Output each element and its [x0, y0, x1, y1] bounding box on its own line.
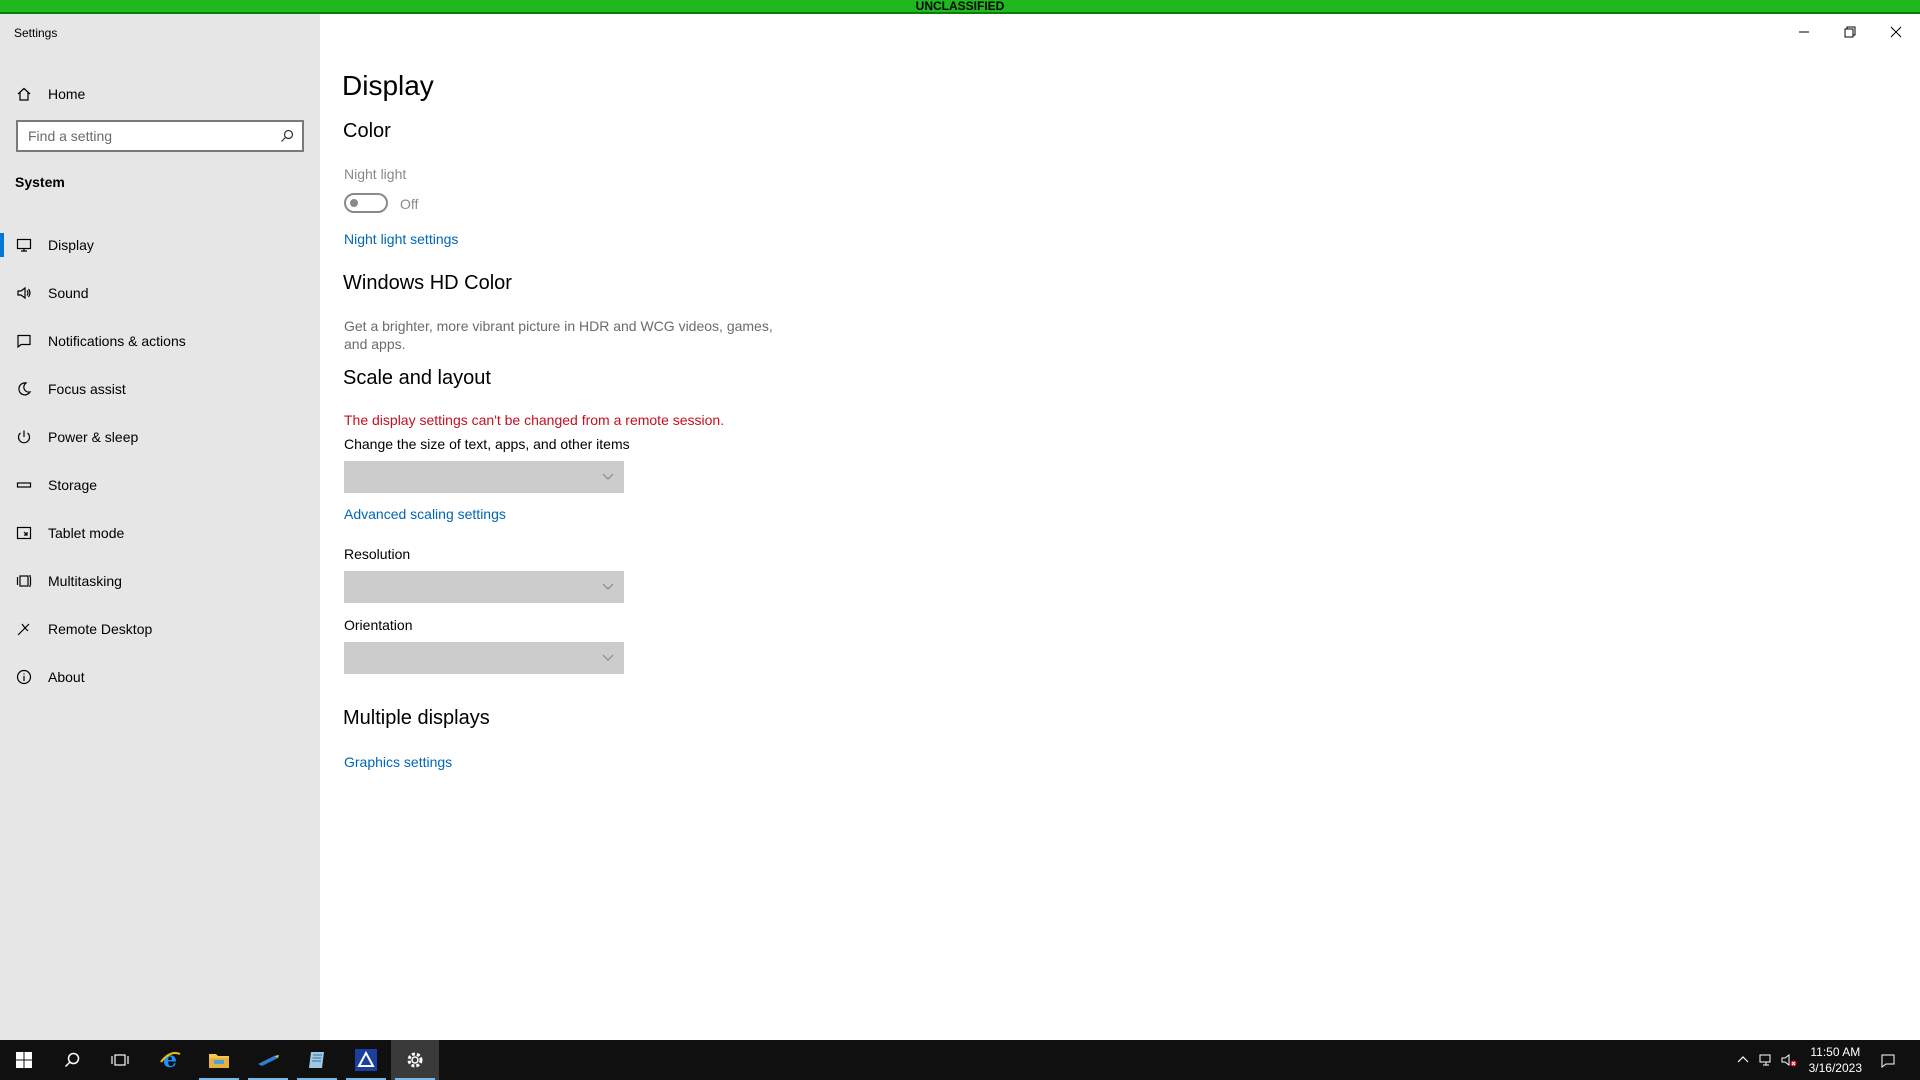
sidebar-item-storage[interactable]: Storage [0, 461, 320, 509]
sidebar-item-sound[interactable]: Sound [0, 269, 320, 317]
clock[interactable]: 11:50 AM 3/16/2023 [1809, 1044, 1862, 1076]
restore-icon [1844, 26, 1856, 38]
clock-date: 3/16/2023 [1808, 1061, 1862, 1075]
main-content [320, 14, 1920, 1040]
start-button[interactable] [0, 1040, 48, 1080]
sidebar-item-label: Display [48, 237, 94, 253]
app-button-1[interactable] [244, 1040, 292, 1080]
resolution-dropdown[interactable] [344, 571, 624, 603]
multiple-displays-heading: Multiple displays [343, 707, 490, 729]
toggle-knob [350, 199, 358, 207]
sidebar: Settings Home System Display Sound N [0, 14, 320, 1040]
sidebar-item-remote-desktop[interactable]: Remote Desktop [0, 605, 320, 653]
sidebar-item-about[interactable]: About [0, 653, 320, 701]
volume-muted-icon[interactable] [1781, 1052, 1797, 1068]
sidebar-item-tablet-mode[interactable]: Tablet mode [0, 509, 320, 557]
section-title: System [15, 174, 65, 190]
tablet-icon [0, 525, 48, 541]
taskbar: e 11:50 AM 3/16/2023 [0, 1040, 1920, 1080]
sidebar-item-label: Home [48, 86, 86, 102]
sidebar-item-notifications[interactable]: Notifications & actions [0, 317, 320, 365]
orientation-dropdown[interactable] [344, 642, 624, 674]
sidebar-item-display[interactable]: Display [0, 221, 320, 269]
orientation-label: Orientation [344, 617, 413, 633]
sidebar-item-label: Power & sleep [48, 429, 139, 445]
sidebar-item-label: Storage [48, 477, 98, 493]
classification-banner: UNCLASSIFIED [0, 0, 1920, 14]
search-taskbar-button[interactable] [48, 1040, 96, 1080]
page-title: Display [342, 70, 434, 101]
moon-icon [0, 381, 48, 397]
graphics-settings-link[interactable]: Graphics settings [344, 754, 452, 770]
sidebar-item-power-sleep[interactable]: Power & sleep [0, 413, 320, 461]
storage-icon [0, 477, 48, 493]
sidebar-item-label: Notifications & actions [48, 333, 186, 349]
sidebar-item-multitasking[interactable]: Multitasking [0, 557, 320, 605]
folder-icon [209, 1054, 229, 1068]
hd-color-heading: Windows HD Color [343, 272, 512, 294]
monitor-icon [0, 237, 48, 253]
search-box[interactable] [16, 120, 304, 152]
notification-icon [0, 333, 48, 349]
night-light-settings-link[interactable]: Night light settings [344, 231, 458, 247]
scale-label: Change the size of text, apps, and other… [344, 436, 630, 452]
svg-text:e: e [163, 1048, 177, 1072]
search-input[interactable] [28, 128, 268, 144]
info-icon [0, 669, 48, 685]
document-tool-icon [309, 1052, 324, 1068]
minimize-icon [1799, 31, 1809, 33]
internet-explorer-button[interactable]: e [146, 1040, 194, 1080]
night-light-state: Off [400, 196, 419, 212]
sidebar-item-home[interactable]: Home [0, 76, 320, 112]
speaker-icon [0, 285, 48, 301]
minimize-button[interactable] [1781, 14, 1827, 50]
sidebar-item-label: Focus assist [48, 381, 126, 397]
sidebar-item-focus-assist[interactable]: Focus assist [0, 365, 320, 413]
file-explorer-button[interactable] [195, 1040, 243, 1080]
restore-button[interactable] [1827, 14, 1873, 50]
triangle-app-icon [355, 1049, 377, 1071]
night-light-label: Night light [344, 166, 407, 182]
power-icon [0, 429, 48, 445]
window-title: Settings [14, 26, 58, 40]
resolution-label: Resolution [344, 546, 411, 562]
color-heading: Color [343, 120, 391, 142]
clock-time: 11:50 AM [1810, 1045, 1861, 1059]
gear-icon [407, 1052, 423, 1068]
close-button[interactable] [1873, 14, 1919, 50]
chevron-down-icon [602, 583, 614, 590]
network-icon[interactable] [1758, 1052, 1774, 1068]
task-view-icon [111, 1054, 129, 1066]
remote-session-error: The display settings can't be changed fr… [344, 412, 725, 428]
close-icon [1890, 26, 1902, 38]
night-light-toggle[interactable] [344, 193, 388, 213]
app-button-3[interactable] [342, 1040, 390, 1080]
scale-dropdown[interactable] [344, 461, 624, 493]
sidebar-item-label: Sound [48, 285, 89, 301]
settings-taskbar-button[interactable] [391, 1040, 439, 1080]
home-icon [0, 86, 48, 102]
sidebar-item-label: About [48, 669, 85, 685]
sidebar-nav: Display Sound Notifications & actions Fo… [0, 221, 320, 701]
advanced-scaling-link[interactable]: Advanced scaling settings [344, 506, 506, 522]
search-icon[interactable] [280, 129, 294, 143]
sidebar-item-label: Remote Desktop [48, 621, 153, 637]
internet-explorer-icon: e [160, 1048, 181, 1072]
action-center-icon[interactable] [1880, 1052, 1896, 1068]
app-button-2[interactable] [293, 1040, 341, 1080]
search-icon [64, 1052, 80, 1068]
scale-layout-heading: Scale and layout [343, 367, 491, 389]
remote-desktop-icon [0, 621, 48, 637]
hd-color-description: Get a brighter, more vibrant picture in … [344, 318, 773, 352]
edit-tool-icon [258, 1055, 279, 1066]
sidebar-item-label: Multitasking [48, 573, 122, 589]
task-view-button[interactable] [96, 1040, 144, 1080]
sidebar-item-label: Tablet mode [48, 525, 125, 541]
chevron-down-icon [602, 473, 614, 480]
chevron-down-icon [602, 654, 614, 661]
windows-logo-icon [16, 1052, 32, 1068]
chevron-up-icon[interactable] [1735, 1052, 1751, 1068]
multitasking-icon [0, 573, 48, 589]
